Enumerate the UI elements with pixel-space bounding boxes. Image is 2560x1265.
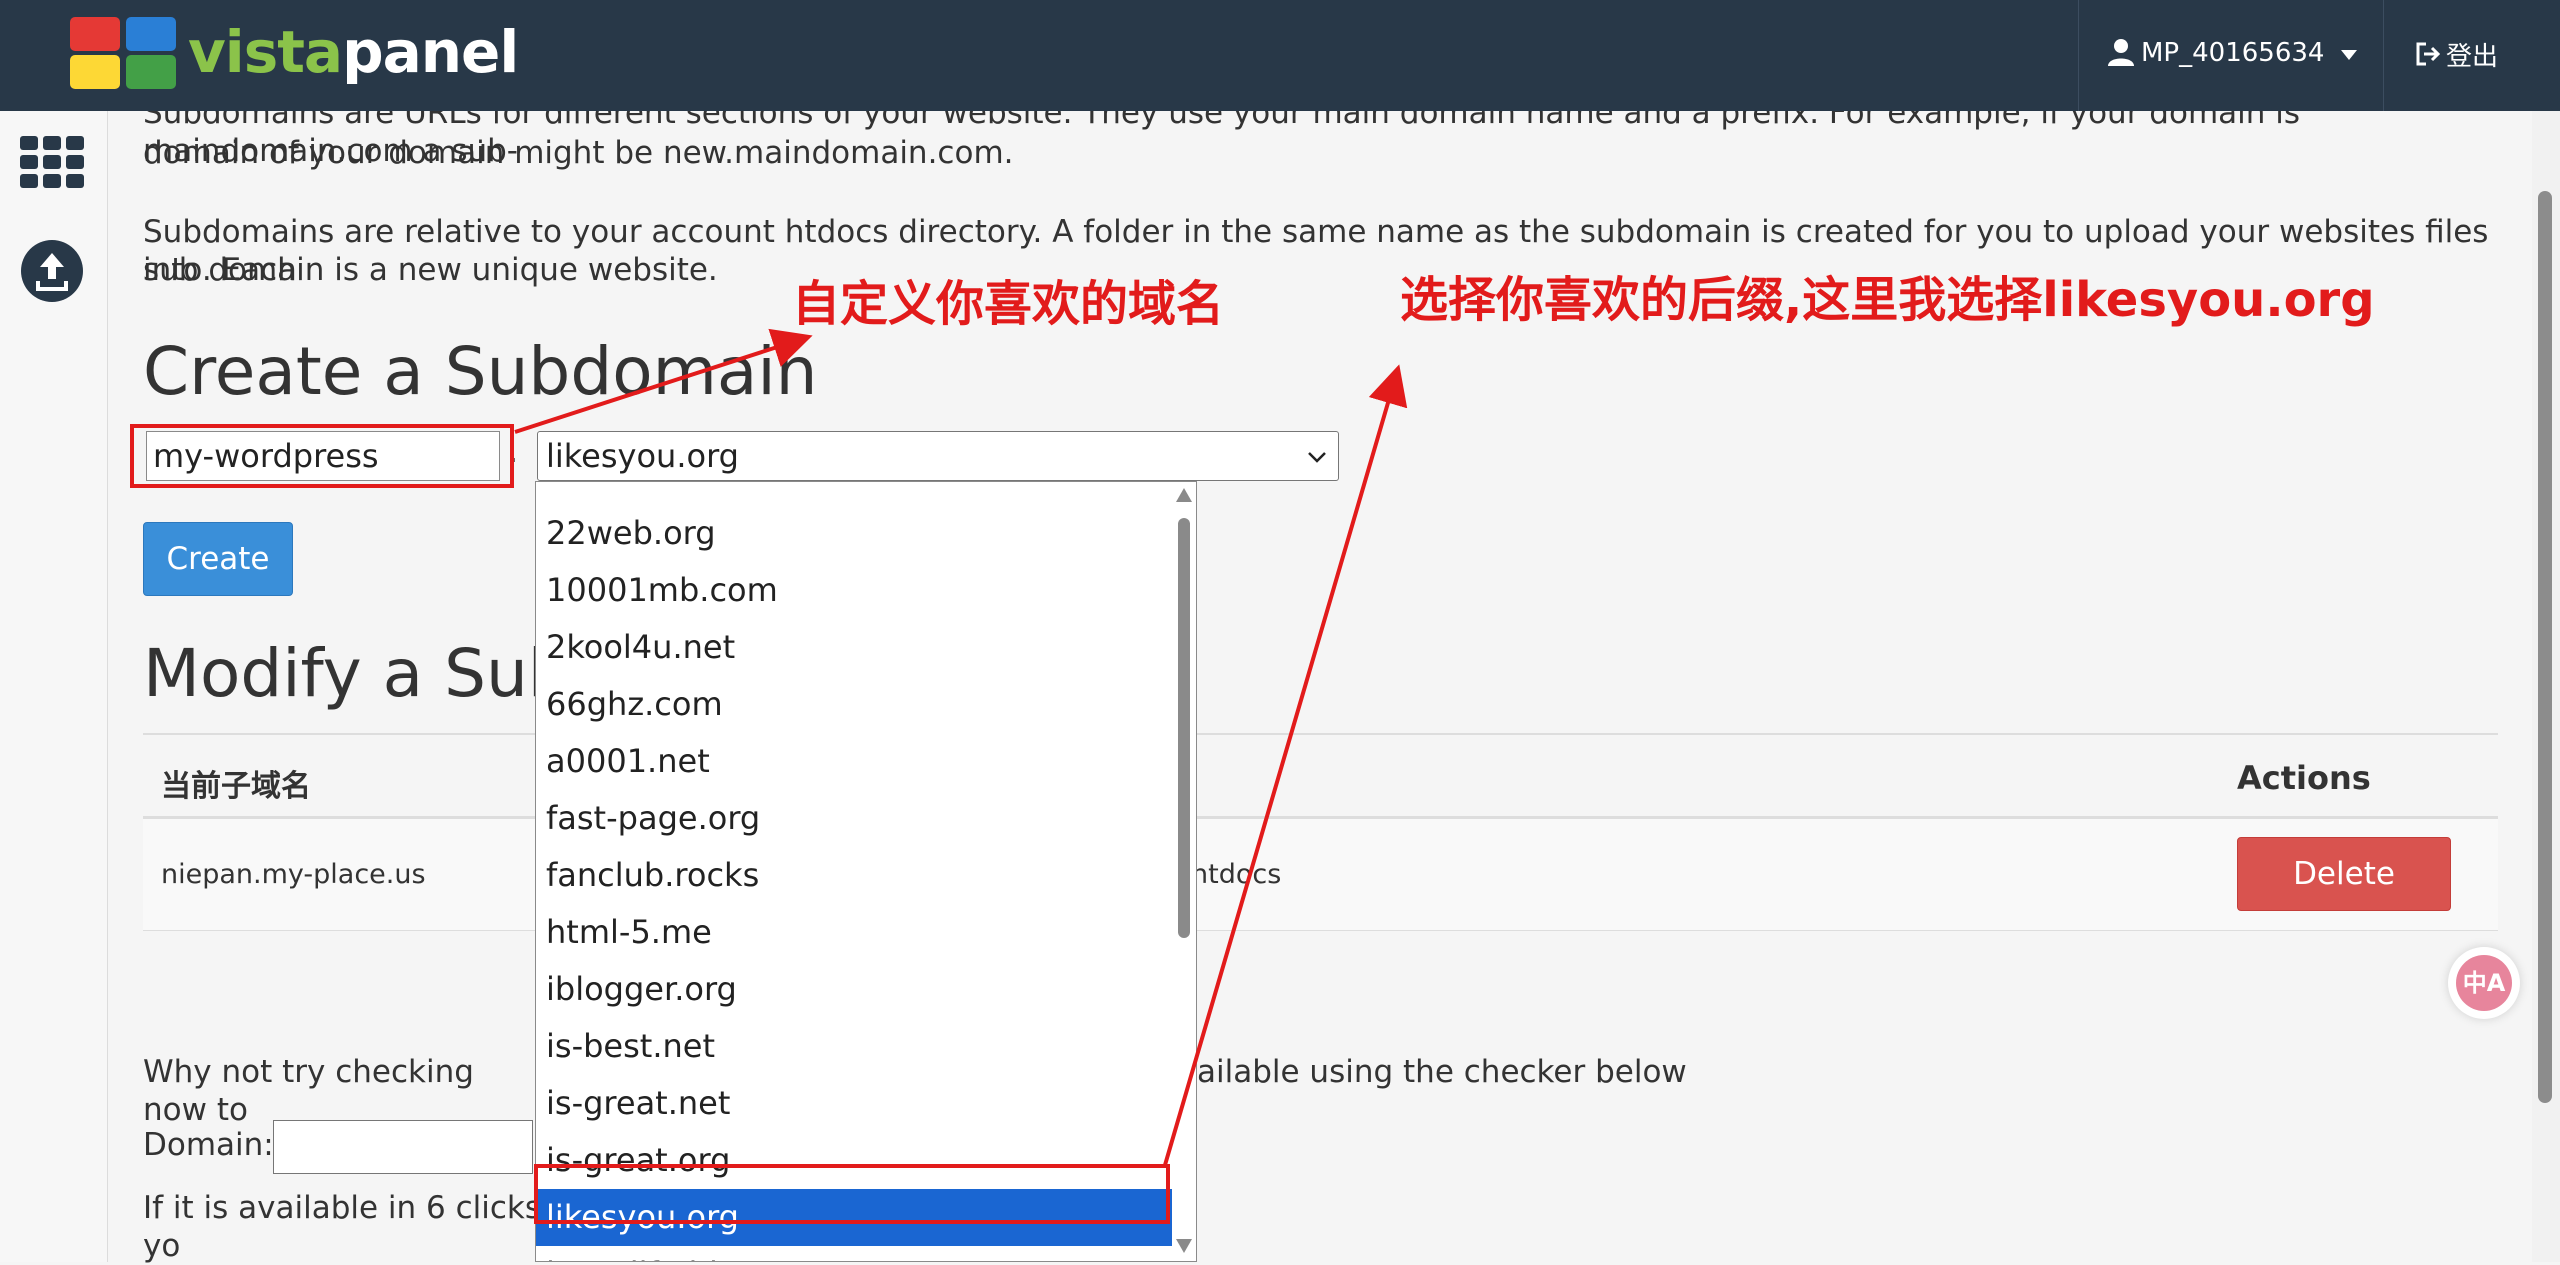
modify-subdomain-heading: Modify a Sub	[143, 635, 570, 712]
checker-text-start: Why not try checking now to	[143, 1054, 474, 1128]
column-header-subdomain: 当前子域名	[161, 769, 311, 804]
domain-checker-input[interactable]	[273, 1120, 533, 1174]
translate-icon: 中A	[2456, 955, 2512, 1011]
top-bar: vistapanel MP_40165634 登出	[0, 0, 2560, 111]
subdomain-cell: niepan.my-place.us	[161, 859, 426, 890]
annotation-box-subdomain	[130, 424, 514, 488]
dropdown-scrollbar[interactable]	[1172, 482, 1196, 1261]
intro-paragraph-1-line-2: domain of your domain might be new.maind…	[143, 135, 1014, 171]
upload-icon[interactable]	[20, 239, 84, 303]
dropdown-option[interactable]: loveslife.biz	[536, 1246, 1172, 1261]
annotation-label-suffix: 选择你喜欢的后缀,这里我选择likesyou.org	[1400, 272, 2375, 328]
logout-icon	[2416, 42, 2441, 66]
checker-text-end: ailable using the checker below	[1197, 1054, 1687, 1090]
path-cell: htdocs	[1191, 859, 1282, 890]
scroll-up-icon[interactable]	[1176, 488, 1192, 502]
dropdown-option[interactable]: is-great.net	[536, 1075, 1172, 1132]
annotation-label-custom-domain: 自定义你喜欢的域名	[792, 276, 1225, 332]
dropdown-option[interactable]: a0001.net	[536, 733, 1172, 790]
dropdown-option[interactable]: is-best.net	[536, 1018, 1172, 1075]
checker-hint-text: If it is available in 6 clicks yo	[143, 1190, 542, 1264]
scroll-down-icon[interactable]	[1176, 1239, 1192, 1253]
dropdown-option[interactable]: 22web.org	[536, 505, 1172, 562]
dropdown-option[interactable]: fanclub.rocks	[536, 847, 1172, 904]
dropdown-option[interactable]: fast-page.org	[536, 790, 1172, 847]
apps-grid-icon[interactable]	[20, 136, 84, 188]
domain-suffix-selected: likesyou.org	[546, 437, 739, 475]
table-row: niepan.my-place.us htdocs Delete	[143, 819, 2498, 931]
translate-button[interactable]: 中A	[2448, 947, 2520, 1019]
create-button[interactable]: Create	[143, 522, 293, 596]
column-header-actions: Actions	[2237, 759, 2371, 797]
domain-suffix-select[interactable]: likesyou.org	[537, 431, 1339, 481]
table-header: 当前子域名 Actions	[143, 733, 2498, 819]
chevron-down-icon	[2341, 50, 2357, 60]
dropdown-option[interactable]: 2kool4u.net	[536, 619, 1172, 676]
logo-squares-icon	[70, 17, 176, 89]
logo-text: vistapanel	[188, 18, 519, 86]
username: MP_40165634	[2141, 38, 2325, 68]
page-scroll-thumb[interactable]	[2538, 191, 2552, 1103]
chevron-down-icon	[1308, 452, 1326, 463]
sidebar	[0, 111, 108, 1262]
dropdown-option[interactable]: 66ghz.com	[536, 676, 1172, 733]
dropdown-scroll-thumb[interactable]	[1178, 518, 1190, 938]
logout-button[interactable]: 登出	[2414, 36, 2498, 72]
logout-label: 登出	[2446, 41, 2499, 72]
dropdown-option[interactable]: html-5.me	[536, 904, 1172, 961]
annotation-box-selected-option	[534, 1164, 1170, 1224]
dropdown-option[interactable]: 10001mb.com	[536, 562, 1172, 619]
main-content: Subdomains are URLs for different sectio…	[143, 0, 2503, 1264]
vistapanel-logo[interactable]: vistapanel	[70, 17, 519, 93]
create-subdomain-heading: Create a Subdomain	[143, 333, 818, 410]
user-menu[interactable]: MP_40165634	[2078, 0, 2384, 111]
delete-button[interactable]: Delete	[2237, 837, 2451, 911]
domain-checker-label: Domain:	[143, 1127, 274, 1163]
user-icon	[2108, 39, 2134, 66]
dropdown-option[interactable]: iblogger.org	[536, 961, 1172, 1018]
page-scrollbar[interactable]	[2532, 111, 2560, 1262]
domain-suffix-dropdown[interactable]: 22web.org 10001mb.com 2kool4u.net 66ghz.com…	[535, 481, 1197, 1262]
